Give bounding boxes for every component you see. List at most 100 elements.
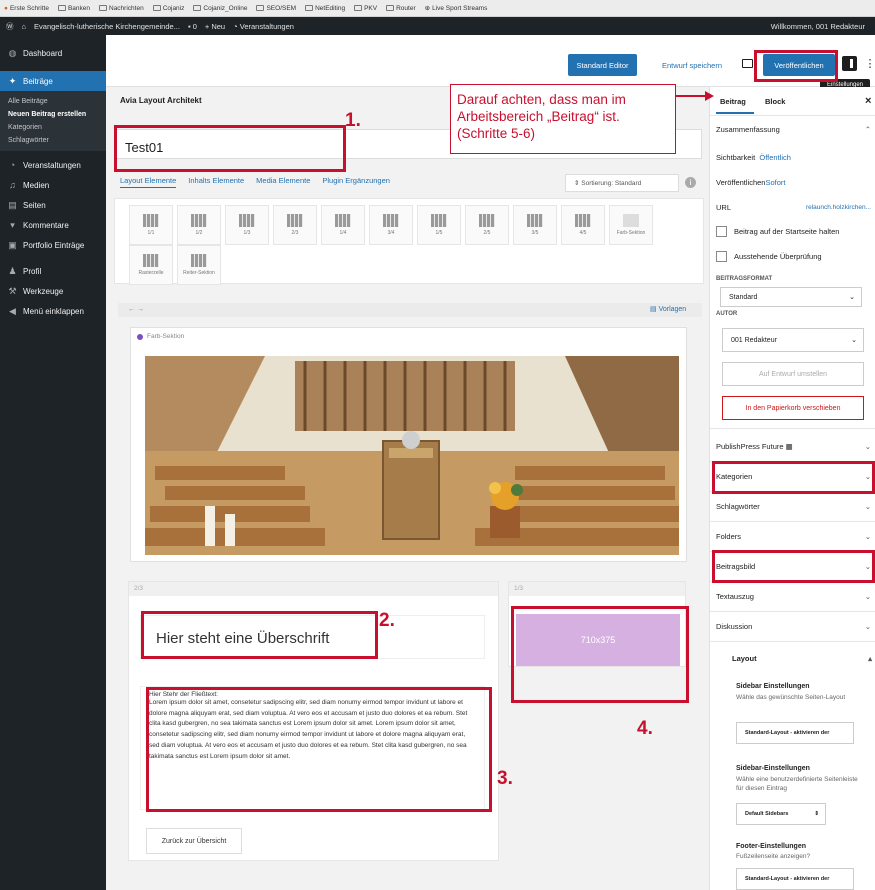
submenu-new-post[interactable]: Neuen Beitrag erstellen: [0, 108, 106, 121]
tab-content-elements[interactable]: Inhalts Elemente: [188, 176, 244, 188]
bookmark-cojaniz-online[interactable]: Cojaniz_Online: [193, 5, 247, 12]
bookmark-banken[interactable]: Banken: [57, 4, 90, 12]
sidebar-item-pages[interactable]: ▤ Seiten: [0, 195, 106, 215]
element-3-5[interactable]: 3/5: [513, 205, 557, 245]
comments-link[interactable]: ▪ 0: [188, 22, 197, 31]
bookmark-nachrichten[interactable]: Nachrichten: [99, 5, 144, 12]
chevron-down-icon: ⌄: [864, 501, 871, 511]
element-1-3[interactable]: 1/3: [225, 205, 269, 245]
bookmark-cojaniz[interactable]: Cojaniz: [152, 5, 184, 12]
calendar-icon: ◔: [9, 160, 16, 170]
element-color-section[interactable]: Farb-Sektion: [609, 205, 653, 245]
post-format-select[interactable]: Standard ⌄: [720, 287, 862, 307]
submenu-tags[interactable]: Schlagwörter: [0, 134, 106, 147]
sidebar-item-comments[interactable]: ▾ Kommentare: [0, 215, 106, 235]
visibility-link[interactable]: Öffentlich: [759, 153, 791, 162]
url-link[interactable]: relaunch.holzkirchen...: [806, 204, 871, 211]
bookmark-seo[interactable]: SEO/SEM: [256, 5, 296, 12]
element-grid-row[interactable]: Rasterzelle: [129, 245, 173, 285]
element-1-4[interactable]: 1/4: [321, 205, 365, 245]
column-icon: [239, 214, 255, 227]
account-link[interactable]: Willkommen, 001 Redakteur: [771, 22, 875, 31]
tab-layout-elements[interactable]: Layout Elemente: [120, 176, 177, 188]
sidebar-item-portfolio[interactable]: ▣ Portfolio Einträge: [0, 235, 106, 255]
bookmark-pkv[interactable]: PKV: [354, 5, 377, 12]
comments-count: 0: [192, 21, 197, 31]
sidebar-settings-desc: Wähle das gewünschte Seiten-Layout: [736, 694, 846, 701]
sidebar-item-posts[interactable]: ✦ Beiträge: [0, 71, 106, 91]
element-1-5[interactable]: 1/5: [417, 205, 461, 245]
sidebar-item-events[interactable]: ◔ Veranstaltungen: [0, 155, 106, 175]
element-1-1[interactable]: 1/1: [129, 205, 173, 245]
bookmark-netediting[interactable]: NetEditing: [305, 5, 345, 12]
preview-icon[interactable]: [742, 59, 753, 68]
more-options-icon[interactable]: ⋮: [865, 55, 875, 71]
element-3-4[interactable]: 3/4: [369, 205, 413, 245]
sort-select[interactable]: ⇕ Sortierung: Standard: [565, 174, 679, 192]
section-excerpt[interactable]: Textauszug ⌄: [716, 589, 871, 603]
sidebar-item-profile[interactable]: ♟ Profil: [0, 261, 106, 281]
pending-checkbox[interactable]: [716, 250, 727, 262]
bookmark-router[interactable]: Router: [386, 5, 416, 12]
element-tab-section[interactable]: Reiter-Sektion: [177, 245, 221, 285]
layout-label: Layout: [732, 653, 757, 663]
sidebar-item-tools[interactable]: ⚒ Werkzeuge: [0, 281, 106, 301]
column-icon: [191, 214, 207, 227]
switch-to-draft-button[interactable]: Auf Entwurf umstellen: [722, 362, 864, 386]
summary-panel-toggle[interactable]: Zusammenfassung ⌃: [716, 122, 871, 136]
section-publishpress-future[interactable]: PublishPress Future ▦ ⌄: [716, 439, 871, 453]
divider: [710, 521, 875, 522]
bookmarks-bar: ● Erste Schritte Banken Nachrichten Cojan…: [0, 0, 875, 17]
section-discussion[interactable]: Diskussion ⌄: [716, 619, 871, 633]
bookmark-erste-schritte[interactable]: ● Erste Schritte: [4, 5, 49, 12]
back-to-overview-button[interactable]: Zurück zur Übersicht: [146, 828, 242, 854]
element-2-3[interactable]: 2/3: [273, 205, 317, 245]
publish-date-link[interactable]: Sofort: [765, 178, 785, 187]
section-folders[interactable]: Folders ⌄: [716, 529, 871, 543]
tab-media-elements[interactable]: Media Elemente: [256, 176, 310, 188]
bookmark-icon: ●: [4, 4, 8, 12]
panel-tab-block[interactable]: Block: [765, 97, 785, 106]
element-2-5[interactable]: 2/5: [465, 205, 509, 245]
footer-select[interactable]: Standard-Layout - aktivieren der: [736, 868, 854, 890]
bookmark-live-sport[interactable]: ⊕ Live Sport Streams: [425, 4, 488, 13]
element-tabs: Layout Elemente Inhalts Elemente Media E…: [120, 176, 390, 188]
pin-icon: ✦: [8, 75, 17, 86]
custom-sidebar-title: Sidebar-Einstellungen: [736, 765, 810, 772]
submenu-categories[interactable]: Kategorien: [0, 121, 106, 134]
templates-button[interactable]: ▤ Vorlagen: [650, 305, 686, 313]
move-to-trash-button[interactable]: In den Papierkorb verschieben: [722, 396, 864, 420]
sidebar-item-dashboard[interactable]: ◍ Dashboard: [0, 43, 106, 63]
save-draft-button[interactable]: Entwurf speichern: [654, 54, 730, 76]
events-link[interactable]: ◔ Veranstaltungen: [233, 22, 294, 31]
new-content-link[interactable]: + Neu: [205, 22, 225, 31]
author-select[interactable]: 001 Redakteur ⌄: [722, 328, 864, 352]
panel-tab-post[interactable]: Beitrag: [720, 97, 746, 106]
section-tags[interactable]: Schlagwörter ⌄: [716, 499, 871, 513]
info-icon[interactable]: i: [685, 177, 696, 188]
folder-icon: [354, 5, 363, 11]
custom-sidebar-select[interactable]: Default Sidebars ⇕: [736, 803, 826, 825]
layout-builder-title: Avia Layout Architekt: [120, 96, 202, 105]
post-format-value: Standard: [729, 293, 758, 301]
element-4-5[interactable]: 4/5: [561, 205, 605, 245]
close-icon[interactable]: ×: [865, 95, 871, 107]
wordpress-logo-icon[interactable]: Ⓦ: [6, 21, 14, 32]
submenu-all-posts[interactable]: Alle Beiträge: [0, 95, 106, 108]
layout-box-toggle[interactable]: Layout ▴: [732, 651, 872, 665]
sidebar-collapse[interactable]: ◀ Menü einklappen: [0, 301, 106, 321]
settings-toggle-icon[interactable]: [842, 56, 857, 71]
tab-plugin-additions[interactable]: Plugin Ergänzungen: [322, 176, 390, 188]
sidebar-item-media[interactable]: ♫ Medien: [0, 175, 106, 195]
summary-label: Zusammenfassung: [716, 124, 780, 134]
sticky-checkbox[interactable]: [716, 225, 727, 237]
undo-redo-icon[interactable]: ← →: [128, 306, 144, 313]
standard-editor-button[interactable]: Standard Editor: [568, 54, 637, 76]
bookmark-label: Router: [396, 4, 416, 12]
element-label: Reiter-Sektion: [183, 270, 215, 276]
element-1-2[interactable]: 1/2: [177, 205, 221, 245]
callout-box-heading: [141, 611, 378, 659]
sidebar-layout-select[interactable]: Standard-Layout - aktivieren der: [736, 722, 854, 744]
bookmark-label: Banken: [67, 4, 90, 12]
site-name-link[interactable]: Evangelisch-lutherische Kirchengemeinde.…: [34, 22, 180, 31]
